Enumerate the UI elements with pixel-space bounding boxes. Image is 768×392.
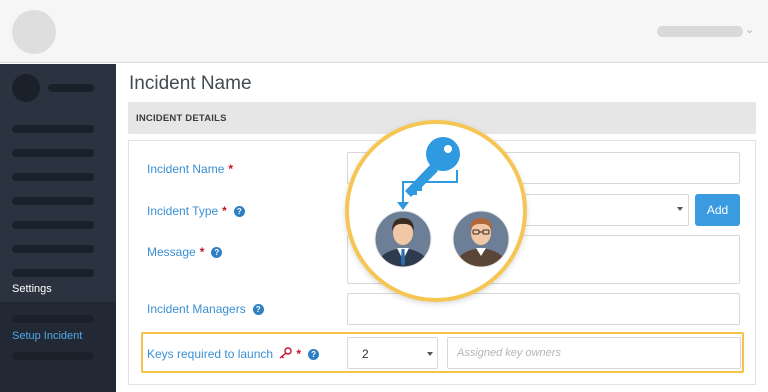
keys-required-label-text: Keys required to launch: [147, 347, 274, 361]
incident-managers-label-text: Incident Managers: [147, 302, 246, 316]
sidebar-item-placeholder[interactable]: [12, 149, 94, 157]
sidebar-item-setup-incident[interactable]: Setup Incident: [12, 330, 82, 342]
help-icon[interactable]: ?: [252, 304, 264, 315]
keys-required-select[interactable]: 2: [347, 337, 438, 369]
assigned-key-owners-input[interactable]: [447, 337, 741, 369]
incident-managers-label: Incident Managers?: [147, 302, 264, 316]
sidebar-subitem-placeholder[interactable]: [12, 352, 94, 360]
message-label-text: Message: [147, 245, 196, 259]
key-icon: [279, 347, 293, 359]
message-label: Message *?: [147, 245, 223, 259]
incident-name-label: Incident Name *: [147, 162, 233, 176]
required-mark: *: [222, 204, 227, 218]
help-icon[interactable]: ?: [211, 247, 223, 258]
incident-name-label-text: Incident Name: [147, 162, 225, 176]
keys-required-value: 2: [362, 347, 369, 361]
chevron-down-icon[interactable]: [427, 352, 433, 356]
sidebar-item-placeholder[interactable]: [12, 125, 94, 133]
add-incident-type-button[interactable]: Add: [695, 194, 740, 226]
sidebar-item-placeholder[interactable]: [12, 197, 94, 205]
help-icon[interactable]: ?: [308, 349, 320, 360]
incident-managers-input[interactable]: [347, 293, 740, 325]
illustration-svg: [374, 137, 510, 268]
keys-required-label: Keys required to launch *?: [147, 347, 320, 361]
chevron-down-icon[interactable]: [677, 207, 683, 211]
required-mark: *: [296, 347, 302, 361]
chevron-down-icon[interactable]: ⌄: [745, 23, 759, 37]
page-title: Incident Name: [129, 73, 252, 94]
sidebar-avatar-placeholder: [12, 74, 40, 102]
sidebar-subitem-placeholder[interactable]: [12, 315, 94, 323]
sidebar-username-placeholder: [48, 84, 94, 92]
sidebar-item-placeholder[interactable]: [12, 173, 94, 181]
required-mark: *: [228, 162, 234, 176]
sidebar-submenu: [0, 302, 116, 392]
sidebar-item-placeholder[interactable]: [12, 269, 94, 277]
sidebar-item-settings[interactable]: Settings: [12, 283, 52, 295]
key-icon: [405, 137, 460, 197]
logo-placeholder[interactable]: [12, 10, 56, 54]
top-bar: ⌄: [0, 0, 768, 63]
sidebar: Settings Setup Incident: [0, 64, 116, 392]
incident-type-label: Incident Type *?: [147, 204, 245, 218]
section-header-label: INCIDENT DETAILS: [136, 113, 227, 124]
help-icon[interactable]: ?: [233, 206, 245, 217]
sidebar-item-placeholder[interactable]: [12, 221, 94, 229]
key-owners-illustration: [345, 120, 527, 302]
user-menu-placeholder[interactable]: [657, 26, 743, 37]
required-mark: *: [199, 245, 205, 259]
incident-type-label-text: Incident Type: [147, 204, 219, 218]
sidebar-item-placeholder[interactable]: [12, 245, 94, 253]
